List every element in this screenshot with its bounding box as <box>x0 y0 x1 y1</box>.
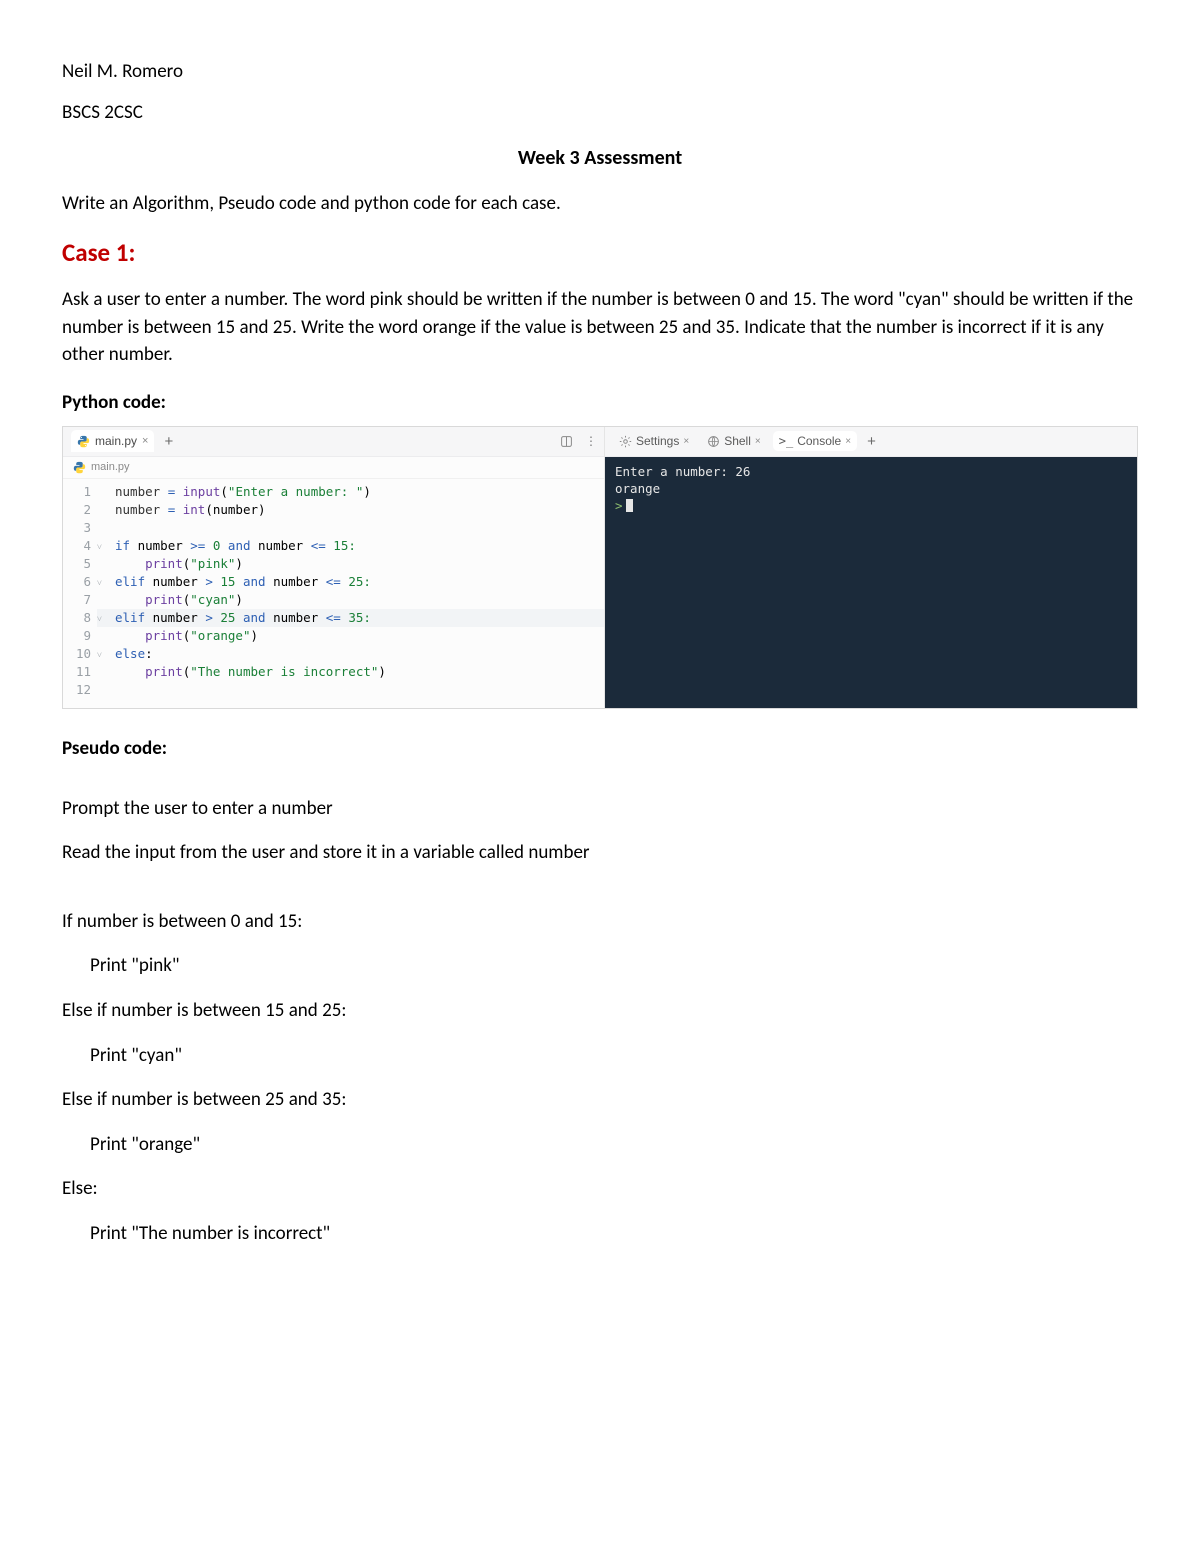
pseudo-line: Print "orange" <box>62 1132 1138 1159</box>
close-icon[interactable]: × <box>845 436 851 447</box>
fold-icon[interactable]: ˅ <box>93 647 102 656</box>
console-line: Enter a number: 26 <box>615 463 1127 480</box>
console-prompt-icon: >_ <box>779 434 793 448</box>
python-file-icon <box>77 435 90 448</box>
fold-icon[interactable]: ˅ <box>93 575 102 584</box>
tab-settings[interactable]: Settings × <box>613 431 695 451</box>
console-tab-bar: Settings × Shell × >_ Console × + <box>605 427 1137 457</box>
tab-shell[interactable]: Shell × <box>701 431 767 451</box>
pseudo-line: Else if number is between 15 and 25: <box>62 998 1138 1025</box>
pseudo-line: Print "The number is incorrect" <box>62 1221 1138 1248</box>
close-icon[interactable]: × <box>683 436 689 447</box>
gear-icon <box>619 435 632 448</box>
editor-tab-main[interactable]: main.py × <box>71 430 154 452</box>
editor-tab-label: main.py <box>95 434 137 448</box>
console-pane: Settings × Shell × >_ Console × + <box>605 427 1137 708</box>
shell-icon <box>707 435 720 448</box>
layout-icon[interactable] <box>560 435 573 448</box>
python-file-icon <box>73 461 86 474</box>
case-1-description: Ask a user to enter a number. The word p… <box>62 286 1138 369</box>
close-icon[interactable]: × <box>755 436 761 447</box>
breadcrumb-label: main.py <box>91 461 130 473</box>
console-line: orange <box>615 480 1127 497</box>
breadcrumb: main.py <box>63 457 604 479</box>
pseudo-line: Else: <box>62 1176 1138 1203</box>
student-name: Neil M. Romero <box>62 60 1138 83</box>
new-tab-button[interactable]: + <box>164 433 173 450</box>
assignment-instruction: Write an Algorithm, Pseudo code and pyth… <box>62 192 1138 215</box>
cursor-icon <box>626 499 633 512</box>
pseudo-line: Print "cyan" <box>62 1043 1138 1070</box>
console-output[interactable]: Enter a number: 26 orange > <box>605 457 1137 708</box>
editor-pane: main.py × + ⋮ main.py 1 <box>63 427 605 708</box>
tab-console[interactable]: >_ Console × <box>773 431 857 451</box>
pseudo-line: Prompt the user to enter a number <box>62 796 1138 823</box>
document-title: Week 3 Assessment <box>62 146 1138 170</box>
student-class: BSCS 2CSC <box>62 101 1138 124</box>
pseudo-line: Read the input from the user and store i… <box>62 840 1138 867</box>
line-gutter: 1 2 3 4˅ 5 6˅ 7 8˅ 9 10˅ 11 12 <box>63 479 97 708</box>
pseudo-line: Print "pink" <box>62 953 1138 980</box>
editor-tab-bar: main.py × + ⋮ <box>63 427 604 457</box>
new-tab-button[interactable]: + <box>867 433 876 450</box>
fold-icon[interactable]: ˅ <box>93 539 102 548</box>
kebab-icon[interactable]: ⋮ <box>585 434 596 448</box>
close-icon[interactable]: × <box>142 435 148 447</box>
code-lines: number = input("Enter a number: ") numbe… <box>97 479 604 708</box>
fold-icon[interactable]: ˅ <box>93 611 102 620</box>
console-prompt-line: > <box>615 497 1127 514</box>
case-1-heading: Case 1: <box>62 237 1138 268</box>
code-editor[interactable]: 1 2 3 4˅ 5 6˅ 7 8˅ 9 10˅ 11 12 number = … <box>63 479 604 708</box>
python-code-label: Python code: <box>62 391 1138 414</box>
pseudo-line: Else if number is between 25 and 35: <box>62 1087 1138 1114</box>
document-page: Neil M. Romero BSCS 2CSC Week 3 Assessme… <box>0 0 1200 1553</box>
pseudo-code-label: Pseudo code: <box>62 737 1138 760</box>
ide-screenshot: main.py × + ⋮ main.py 1 <box>62 426 1138 709</box>
pseudo-code-block: Prompt the user to enter a number Read t… <box>62 796 1138 1248</box>
pseudo-line: If number is between 0 and 15: <box>62 909 1138 936</box>
